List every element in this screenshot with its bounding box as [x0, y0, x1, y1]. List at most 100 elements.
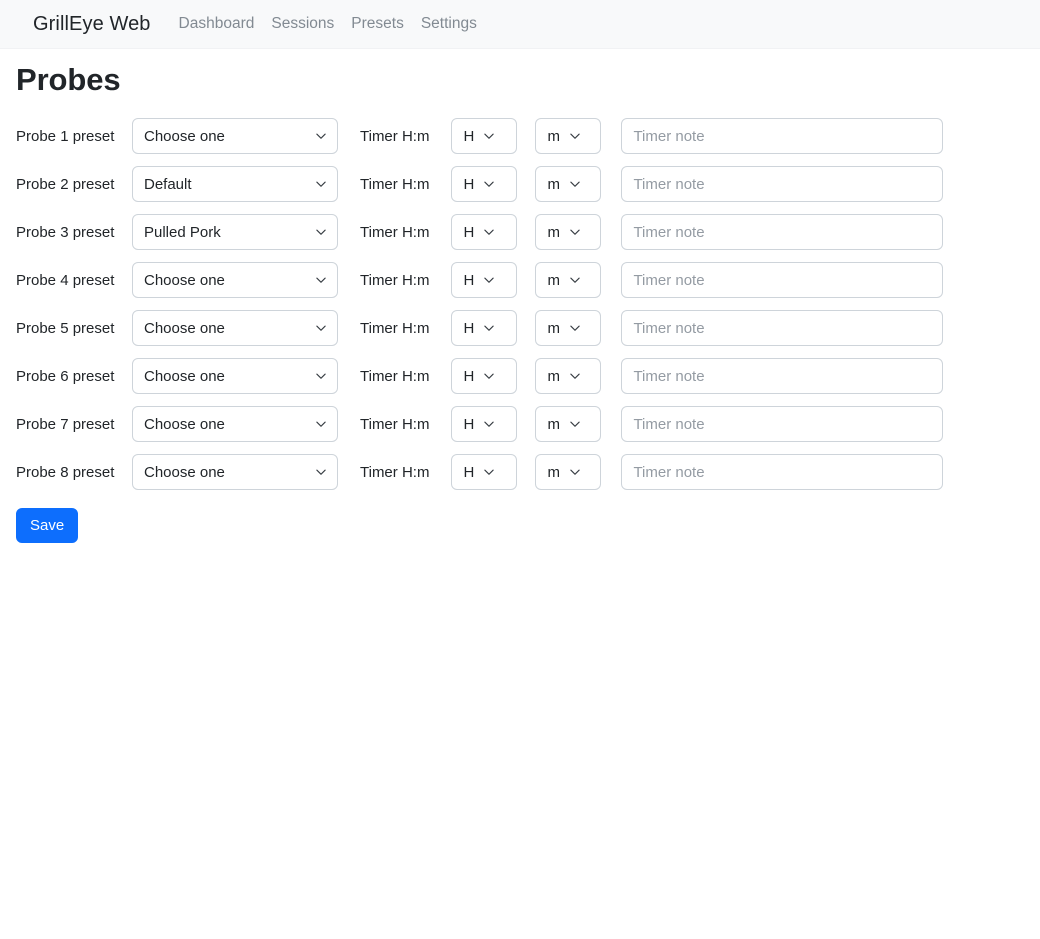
timer-minute-select[interactable]: m: [535, 118, 602, 154]
timer-hour-value: H: [463, 319, 475, 337]
chevron-down-icon: [569, 370, 581, 382]
timer-note-placeholder: Timer note: [633, 319, 705, 337]
page-container: Probes Probe 1 preset Choose one Timer H:m…: [0, 62, 1040, 543]
timer-label: Timer H:m: [360, 271, 430, 289]
chevron-down-icon: [569, 178, 581, 190]
timer-minute-value: m: [547, 463, 560, 481]
probes-form: Probe 1 preset Choose one Timer H:m Hm Timer…: [16, 112, 1024, 543]
chevron-down-icon: [315, 418, 327, 430]
timer-label: Timer H:m: [360, 415, 430, 433]
timer-minute-value: m: [547, 319, 560, 337]
probe-row: Probe 2 preset Default Timer H:m Hm Timer no…: [16, 160, 1024, 208]
probe-row: Probe 8 preset Choose one Timer H:m Hm Timer…: [16, 448, 1024, 496]
probe-preset-value: Choose one: [144, 415, 225, 433]
timer-hour-select[interactable]: H: [451, 118, 518, 154]
probe-preset-label: Probe 4 preset: [16, 271, 115, 289]
nav-link-presets[interactable]: Presets: [351, 15, 404, 33]
chevron-down-icon: [569, 418, 581, 430]
timer-label: Timer H:m: [360, 223, 430, 241]
save-button[interactable]: Save: [16, 508, 79, 543]
probe-preset-select[interactable]: Choose one: [132, 406, 338, 442]
timer-hour-value: H: [463, 127, 475, 145]
timer-hour-select[interactable]: H: [451, 358, 518, 394]
probe-preset-value: Choose one: [144, 367, 225, 385]
timer-note-input[interactable]: Timer note: [621, 454, 944, 490]
probe-preset-select[interactable]: Choose one: [132, 310, 338, 346]
timer-hour-select[interactable]: H: [451, 454, 518, 490]
timer-minute-select[interactable]: m: [535, 310, 602, 346]
timer-hour-select[interactable]: H: [451, 262, 518, 298]
probe-preset-value: Choose one: [144, 127, 225, 145]
timer-minute-value: m: [547, 367, 560, 385]
timer-label: Timer H:m: [360, 127, 430, 145]
chevron-down-icon: [569, 130, 581, 142]
timer-hour-value: H: [463, 415, 475, 433]
chevron-down-icon: [483, 370, 495, 382]
timer-note-placeholder: Timer note: [633, 127, 705, 145]
nav-link-dashboard[interactable]: Dashboard: [179, 15, 255, 33]
chevron-down-icon: [483, 466, 495, 478]
chevron-down-icon: [483, 274, 495, 286]
chevron-down-icon: [315, 466, 327, 478]
probe-row: Probe 4 preset Choose one Timer H:m Hm Timer…: [16, 256, 1024, 304]
probe-row: Probe 6 preset Choose one Timer H:m Hm Timer…: [16, 352, 1024, 400]
chevron-down-icon: [315, 274, 327, 286]
timer-hour-select[interactable]: H: [451, 166, 518, 202]
probe-preset-select[interactable]: Pulled Pork: [132, 214, 338, 250]
timer-minute-select[interactable]: m: [535, 214, 602, 250]
timer-note-placeholder: Timer note: [633, 463, 705, 481]
nav-link-sessions[interactable]: Sessions: [271, 15, 334, 33]
timer-minute-value: m: [547, 127, 560, 145]
timer-minute-select[interactable]: m: [535, 262, 602, 298]
timer-hour-value: H: [463, 175, 475, 193]
timer-hour-value: H: [463, 271, 475, 289]
timer-note-input[interactable]: Timer note: [621, 406, 944, 442]
timer-note-input[interactable]: Timer note: [621, 310, 944, 346]
timer-minute-select[interactable]: m: [535, 406, 602, 442]
probe-preset-label: Probe 2 preset: [16, 175, 115, 193]
timer-label: Timer H:m: [360, 367, 430, 385]
timer-note-input[interactable]: Timer note: [621, 166, 944, 202]
timer-label: Timer H:m: [360, 175, 430, 193]
timer-note-placeholder: Timer note: [633, 367, 705, 385]
nav-link-settings[interactable]: Settings: [421, 15, 477, 33]
timer-note-input[interactable]: Timer note: [621, 214, 944, 250]
chevron-down-icon: [483, 178, 495, 190]
probe-preset-label: Probe 3 preset: [16, 223, 115, 241]
navbar-links: Dashboard Sessions Presets Settings: [179, 15, 477, 33]
page-title: Probes: [16, 62, 121, 97]
probe-row: Probe 5 preset Choose one Timer H:m Hm Timer…: [16, 304, 1024, 352]
chevron-down-icon: [483, 130, 495, 142]
chevron-down-icon: [569, 322, 581, 334]
probe-preset-select[interactable]: Choose one: [132, 262, 338, 298]
timer-note-input[interactable]: Timer note: [621, 118, 944, 154]
navbar-brand[interactable]: GrillEye Web: [33, 13, 151, 36]
probe-preset-value: Pulled Pork: [144, 223, 221, 241]
timer-minute-select[interactable]: m: [535, 166, 602, 202]
probe-preset-value: Choose one: [144, 271, 225, 289]
probe-preset-select[interactable]: Choose one: [132, 358, 338, 394]
probe-preset-select[interactable]: Choose one: [132, 118, 338, 154]
timer-minute-value: m: [547, 223, 560, 241]
timer-hour-select[interactable]: H: [451, 214, 518, 250]
timer-hour-value: H: [463, 367, 475, 385]
chevron-down-icon: [483, 226, 495, 238]
probe-preset-select[interactable]: Default: [132, 166, 338, 202]
timer-hour-select[interactable]: H: [451, 406, 518, 442]
chevron-down-icon: [315, 322, 327, 334]
probe-preset-value: Choose one: [144, 463, 225, 481]
probe-preset-label: Probe 6 preset: [16, 367, 115, 385]
timer-minute-select[interactable]: m: [535, 358, 602, 394]
chevron-down-icon: [483, 322, 495, 334]
probe-preset-value: Default: [144, 175, 192, 193]
probe-row: Probe 7 preset Choose one Timer H:m Hm Timer…: [16, 400, 1024, 448]
timer-note-input[interactable]: Timer note: [621, 262, 944, 298]
timer-minute-select[interactable]: m: [535, 454, 602, 490]
chevron-down-icon: [483, 418, 495, 430]
timer-note-input[interactable]: Timer note: [621, 358, 944, 394]
probe-preset-select[interactable]: Choose one: [132, 454, 338, 490]
save-button-wrap: Save: [16, 508, 1024, 543]
probe-preset-value: Choose one: [144, 319, 225, 337]
probe-preset-label: Probe 5 preset: [16, 319, 115, 337]
timer-hour-select[interactable]: H: [451, 310, 518, 346]
